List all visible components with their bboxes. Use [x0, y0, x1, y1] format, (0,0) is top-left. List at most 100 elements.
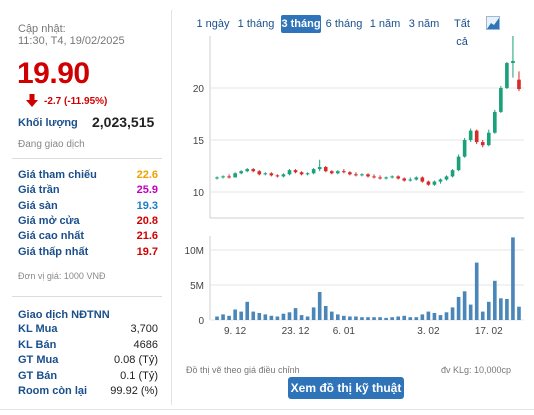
volume-bar — [468, 304, 473, 320]
volume-bar — [462, 291, 467, 320]
candle-body — [335, 171, 340, 174]
candle-body — [269, 173, 274, 176]
foreign-row-value: 0.1 (Tỷ) — [120, 369, 158, 382]
candle-body — [414, 177, 419, 180]
volume-bar — [384, 317, 388, 320]
volume-bar — [281, 313, 286, 320]
volume-bar — [426, 311, 431, 320]
volume-bar — [450, 307, 455, 320]
candle-body — [342, 171, 346, 173]
candle-body — [293, 170, 298, 173]
candle-body — [456, 156, 461, 171]
foreign-row-value: 99.92 (%) — [110, 385, 158, 397]
candle-body — [227, 176, 231, 178]
volume-bar — [287, 312, 292, 320]
volume-bar — [438, 315, 443, 320]
candle-body — [348, 172, 352, 175]
volume-tick-label: 0 — [198, 316, 204, 327]
foreign-row-label: GT Bán — [18, 369, 58, 382]
volume-bar — [396, 316, 401, 320]
candle-body — [444, 176, 449, 180]
volume-bar — [360, 317, 364, 320]
candle-body — [305, 173, 310, 175]
candle-body — [468, 130, 473, 140]
candle-body — [366, 174, 370, 177]
candle-body — [462, 140, 467, 157]
candle-body — [372, 176, 376, 178]
volume-bar — [408, 317, 413, 320]
volume-bar — [456, 296, 461, 320]
volume-bar — [499, 298, 503, 320]
volume-bar — [486, 301, 491, 320]
volume-bar — [517, 306, 521, 320]
volume-bar — [348, 316, 352, 320]
volume-bar — [233, 309, 237, 320]
candle-body — [517, 79, 521, 90]
candle-body — [215, 177, 219, 179]
candle-body — [317, 167, 322, 170]
candle-body — [251, 169, 256, 172]
volume-bar — [329, 311, 334, 320]
volume-unit-note: đv KLg: 10,000cp — [441, 365, 512, 375]
volume-bar — [251, 311, 256, 320]
volume-bar — [311, 307, 316, 320]
volume-bar — [221, 314, 225, 320]
x-tick-label: 17. 02 — [475, 326, 503, 337]
volume-bar — [323, 306, 328, 320]
candle-body — [360, 174, 364, 176]
candle-body — [402, 178, 407, 181]
candle-body — [493, 111, 497, 133]
volume-bar — [227, 315, 231, 320]
candle-body — [281, 174, 286, 177]
volume-bar — [335, 314, 340, 320]
candle-body — [505, 63, 509, 88]
candle-body — [275, 175, 280, 177]
volume-tick-label: 5M — [190, 281, 204, 292]
volume-bar — [511, 237, 515, 320]
volume-bar — [480, 311, 485, 320]
volume-bar — [378, 317, 382, 320]
candle-body — [396, 176, 401, 179]
x-tick-label: 3. 02 — [417, 326, 440, 337]
candle-body — [420, 177, 425, 182]
volume-bar — [372, 317, 376, 320]
volume-bar — [275, 316, 280, 320]
volume-bar — [414, 317, 419, 320]
candle-body — [511, 60, 515, 64]
candle-body — [438, 179, 443, 182]
volume-bar — [239, 311, 243, 320]
x-tick-label: 23. 12 — [282, 326, 310, 337]
price-tick-label: 15 — [193, 136, 205, 147]
volume-bar — [245, 301, 250, 320]
volume-bar — [402, 315, 407, 320]
candle-body — [323, 167, 328, 172]
volume-bar — [305, 316, 310, 320]
technical-chart-button[interactable]: Xem đồ thị kỹ thuật — [288, 377, 404, 399]
volume-bar — [493, 280, 497, 320]
volume-bar — [444, 312, 449, 320]
candle-body — [499, 88, 503, 112]
candle-body — [287, 170, 292, 175]
foreign-row: Room còn lại 99.92 (%) — [18, 385, 158, 399]
volume-bar — [474, 262, 479, 320]
volume-bar — [293, 308, 298, 320]
candle-body — [474, 130, 479, 143]
x-tick-label: 6. 01 — [333, 326, 356, 337]
candle-body — [486, 132, 491, 146]
volume-bar — [432, 313, 437, 320]
price-tick-label: 10 — [193, 188, 205, 199]
candle-body — [233, 173, 237, 178]
volume-bar — [420, 314, 425, 320]
x-tick-label: 9. 12 — [224, 326, 247, 337]
price-tick-label: 20 — [193, 84, 205, 95]
candle-body — [432, 181, 437, 185]
candle-body — [245, 169, 250, 172]
candle-body — [257, 171, 262, 175]
candle-body — [426, 181, 431, 185]
candle-body — [311, 169, 316, 174]
price-volume-chart: 10 15 20 10M 5M 0 9. 12 23. 12 6. 01 3. 02 17. 02 — [185, 36, 524, 337]
candle-body — [239, 171, 243, 174]
volume-bar — [257, 313, 262, 320]
volume-bar — [299, 315, 304, 320]
volume-bar — [342, 315, 346, 320]
